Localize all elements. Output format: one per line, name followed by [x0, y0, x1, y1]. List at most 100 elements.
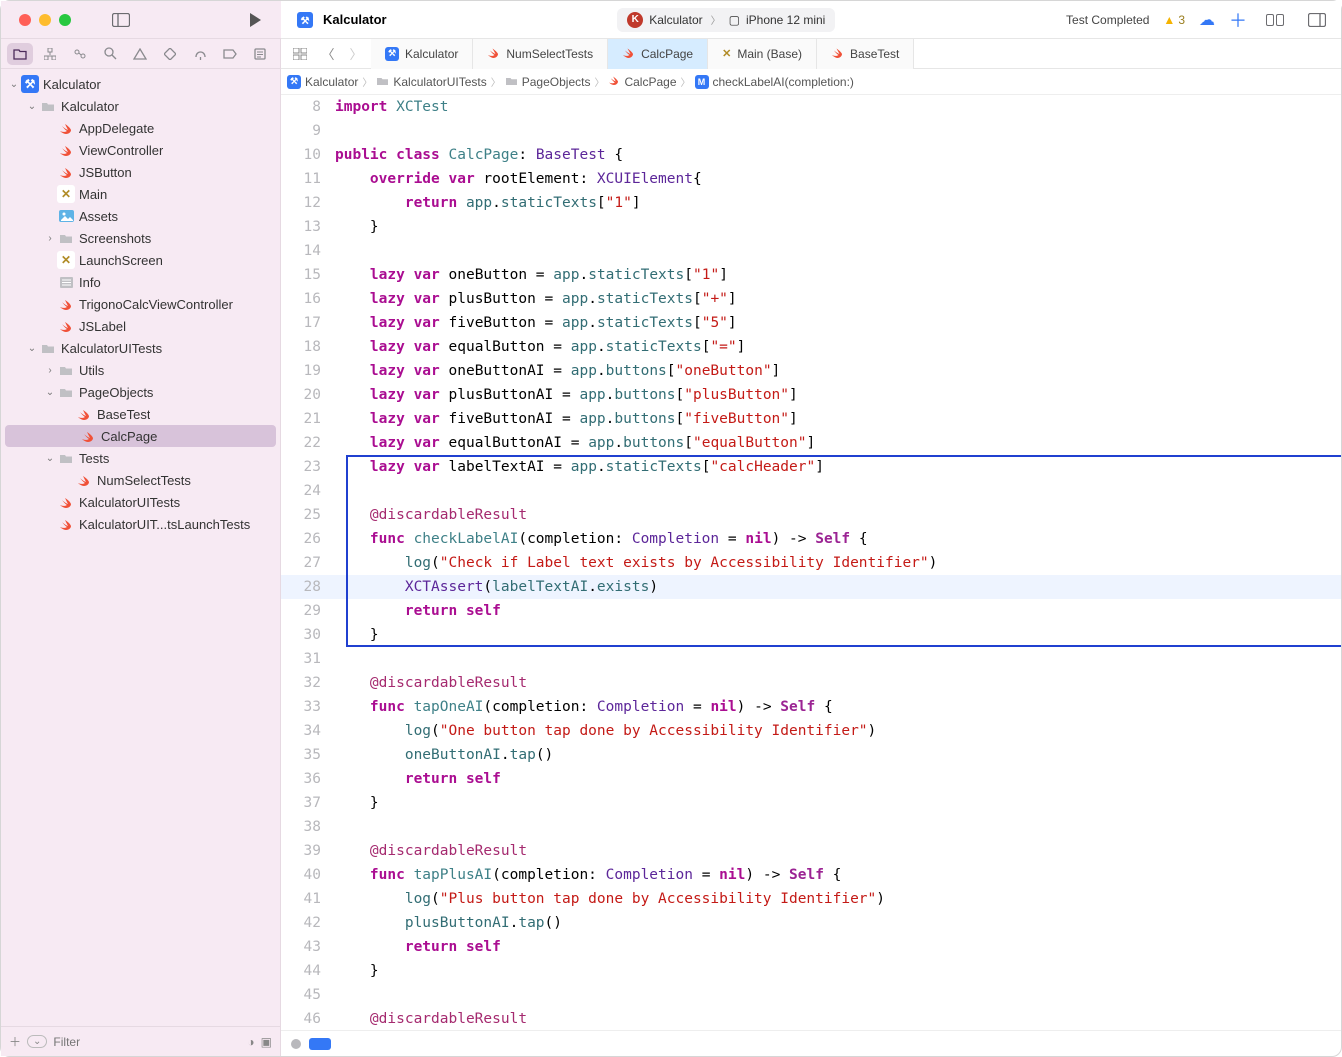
line-content[interactable]: lazy var plusButtonAI = app.buttons["plu…: [335, 383, 818, 407]
tab-kalculator[interactable]: ⚒Kalculator: [371, 39, 473, 69]
line-content[interactable]: }: [335, 791, 399, 815]
line-number[interactable]: 44: [281, 959, 335, 983]
tree-item-tests[interactable]: ⌄Tests: [1, 447, 280, 469]
line-content[interactable]: oneButtonAI.tap(): [335, 743, 573, 767]
line-content[interactable]: XCTAssert(labelTextAI.exists): [335, 575, 678, 599]
tab-numselecttests[interactable]: NumSelectTests: [473, 39, 608, 69]
line-content[interactable]: import XCTest: [335, 95, 469, 119]
code-line[interactable]: 19 lazy var oneButtonAI = app.buttons["o…: [281, 359, 1341, 383]
filter-input[interactable]: [53, 1035, 241, 1049]
line-content[interactable]: }: [335, 959, 399, 983]
line-number[interactable]: 41: [281, 887, 335, 911]
tree-item-basetest[interactable]: BaseTest: [1, 403, 280, 425]
report-navigator-icon[interactable]: [247, 43, 273, 65]
line-content[interactable]: [335, 647, 355, 671]
code-line[interactable]: 15 lazy var oneButton = app.staticTexts[…: [281, 263, 1341, 287]
code-line[interactable]: 33 func tapOneAI(completion: Completion …: [281, 695, 1341, 719]
code-line[interactable]: 17 lazy var fiveButton = app.staticTexts…: [281, 311, 1341, 335]
line-content[interactable]: public class CalcPage: BaseTest {: [335, 143, 643, 167]
line-content[interactable]: [335, 479, 355, 503]
window-minimize-button[interactable]: [39, 14, 51, 26]
line-content[interactable]: log("One button tap done by Accessibilit…: [335, 719, 896, 743]
line-number[interactable]: 21: [281, 407, 335, 431]
line-content[interactable]: func tapPlusAI(completion: Completion = …: [335, 863, 861, 887]
line-number[interactable]: 17: [281, 311, 335, 335]
code-line[interactable]: 11 override var rootElement: XCUIElement…: [281, 167, 1341, 191]
sidebar-toggle-icon[interactable]: [107, 6, 135, 34]
line-number[interactable]: 37: [281, 791, 335, 815]
source-control-navigator-icon[interactable]: [37, 43, 63, 65]
cloud-icon[interactable]: ☁: [1199, 10, 1215, 30]
line-number[interactable]: 28: [281, 575, 335, 599]
tree-item-assets[interactable]: Assets: [1, 205, 280, 227]
code-line[interactable]: 23 lazy var labelTextAI = app.staticText…: [281, 455, 1341, 479]
breadcrumb-kalculator[interactable]: ⚒Kalculator: [287, 75, 358, 89]
line-content[interactable]: lazy var labelTextAI = app.staticTexts["…: [335, 455, 844, 479]
line-number[interactable]: 33: [281, 695, 335, 719]
tree-item-launchscreen[interactable]: ✕LaunchScreen: [1, 249, 280, 271]
code-line[interactable]: 34 log("One button tap done by Accessibi…: [281, 719, 1341, 743]
tree-item-trigonocalcviewcontroller[interactable]: TrigonoCalcViewController: [1, 293, 280, 315]
line-number[interactable]: 16: [281, 287, 335, 311]
project-navigator-icon[interactable]: [7, 43, 33, 65]
line-number[interactable]: 30: [281, 623, 335, 647]
tab-calcpage[interactable]: CalcPage: [608, 39, 708, 69]
line-number[interactable]: 34: [281, 719, 335, 743]
line-number[interactable]: 45: [281, 983, 335, 1007]
tree-item-kalculatoruitests[interactable]: KalculatorUITests: [1, 491, 280, 513]
line-content[interactable]: override var rootElement: XCUIElement{: [335, 167, 722, 191]
code-line[interactable]: 12 return app.staticTexts["1"]: [281, 191, 1341, 215]
breakpoint-disabled-icon[interactable]: [291, 1039, 301, 1049]
code-line[interactable]: 30 }: [281, 623, 1341, 647]
line-number[interactable]: 13: [281, 215, 335, 239]
tree-item-kalculator[interactable]: ⌄Kalculator: [1, 95, 280, 117]
tree-item-kalculatoruit-tslaunchtests[interactable]: KalculatorUIT...tsLaunchTests: [1, 513, 280, 535]
line-content[interactable]: [335, 815, 355, 839]
line-number[interactable]: 18: [281, 335, 335, 359]
tree-item-jslabel[interactable]: JSLabel: [1, 315, 280, 337]
breadcrumb-calcpage[interactable]: CalcPage: [608, 74, 676, 89]
line-content[interactable]: return self: [335, 599, 521, 623]
line-number[interactable]: 19: [281, 359, 335, 383]
recent-files-icon[interactable]: ◑: [247, 1035, 254, 1049]
jump-bar[interactable]: ⚒Kalculator〉KalculatorUITests〉PageObject…: [281, 69, 1341, 95]
add-file-icon[interactable]: ＋: [9, 1033, 21, 1050]
tree-item-screenshots[interactable]: ›Screenshots: [1, 227, 280, 249]
line-number[interactable]: 9: [281, 119, 335, 143]
code-line[interactable]: 10public class CalcPage: BaseTest {: [281, 143, 1341, 167]
code-line[interactable]: 14: [281, 239, 1341, 263]
code-line[interactable]: 25 @discardableResult: [281, 503, 1341, 527]
code-line[interactable]: 36 return self: [281, 767, 1341, 791]
project-tree[interactable]: ⌄⚒Kalculator⌄KalculatorAppDelegateViewCo…: [1, 69, 280, 1026]
line-number[interactable]: 22: [281, 431, 335, 455]
line-number[interactable]: 14: [281, 239, 335, 263]
line-number[interactable]: 46: [281, 1007, 335, 1030]
line-content[interactable]: @discardableResult: [335, 503, 547, 527]
breadcrumb-checklabelai-completion-[interactable]: McheckLabelAI(completion:): [695, 75, 854, 89]
line-number[interactable]: 31: [281, 647, 335, 671]
code-line[interactable]: 28 XCTAssert(labelTextAI.exists): [281, 575, 1341, 599]
line-number[interactable]: 36: [281, 767, 335, 791]
right-panel-toggle-icon[interactable]: [1303, 6, 1331, 34]
line-number[interactable]: 15: [281, 263, 335, 287]
line-number[interactable]: 32: [281, 671, 335, 695]
code-line[interactable]: 44 }: [281, 959, 1341, 983]
tree-item-main[interactable]: ✕Main: [1, 183, 280, 205]
line-content[interactable]: lazy var fiveButtonAI = app.buttons["fiv…: [335, 407, 818, 431]
tree-item-pageobjects[interactable]: ⌄PageObjects: [1, 381, 280, 403]
code-line[interactable]: 31: [281, 647, 1341, 671]
line-number[interactable]: 11: [281, 167, 335, 191]
source-editor[interactable]: 8import XCTest910public class CalcPage: …: [281, 95, 1341, 1030]
code-line[interactable]: 16 lazy var plusButton = app.staticTexts…: [281, 287, 1341, 311]
code-line[interactable]: 39 @discardableResult: [281, 839, 1341, 863]
line-content[interactable]: lazy var plusButton = app.staticTexts["+…: [335, 287, 757, 311]
line-number[interactable]: 43: [281, 935, 335, 959]
code-line[interactable]: 37 }: [281, 791, 1341, 815]
scm-status-filter-icon[interactable]: ▣: [261, 1035, 272, 1049]
scheme-selector[interactable]: K Kalculator 〉 ▢ iPhone 12 mini: [617, 8, 835, 32]
tab-main-base-[interactable]: ✕Main (Base): [708, 39, 817, 69]
line-content[interactable]: }: [335, 623, 399, 647]
filter-scope-icon[interactable]: ⌄: [27, 1035, 47, 1048]
line-content[interactable]: [335, 119, 355, 143]
tab-basetest[interactable]: BaseTest: [817, 39, 914, 69]
